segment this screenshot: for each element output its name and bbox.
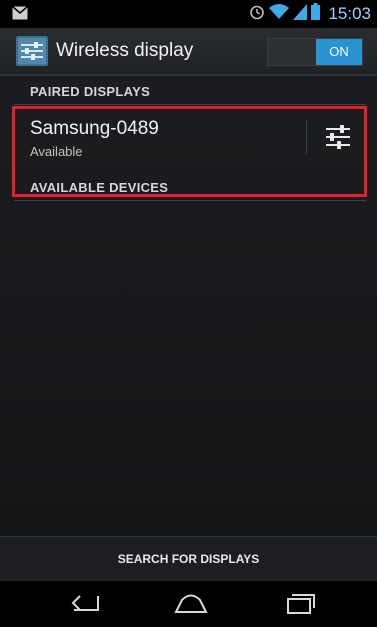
device-status: Available bbox=[30, 144, 83, 159]
section-divider bbox=[14, 200, 366, 201]
back-button[interactable] bbox=[56, 589, 112, 619]
available-devices-header: AVAILABLE DEVICES bbox=[30, 180, 169, 195]
battery-icon bbox=[311, 3, 321, 25]
home-button[interactable] bbox=[162, 589, 218, 619]
paired-displays-header: PAIRED DISPLAYS bbox=[30, 84, 151, 99]
alarm-icon bbox=[249, 4, 265, 25]
signal-icon bbox=[293, 3, 308, 25]
page-title: Wireless display bbox=[56, 40, 194, 61]
section-divider bbox=[14, 104, 366, 105]
status-time: 15:03 bbox=[328, 4, 371, 23]
bottom-action-bar: SEARCH FOR DISPLAYS bbox=[0, 536, 377, 582]
row-divider bbox=[306, 120, 307, 154]
navigation-bar bbox=[0, 581, 377, 627]
recent-apps-button[interactable] bbox=[272, 589, 328, 619]
wireless-display-settings-icon[interactable] bbox=[16, 36, 48, 66]
action-bar: Wireless display ON bbox=[0, 28, 377, 76]
device-name: Samsung-0489 bbox=[30, 118, 159, 139]
toggle-on-label: ON bbox=[316, 39, 362, 65]
search-for-displays-button[interactable]: SEARCH FOR DISPLAYS bbox=[0, 537, 377, 582]
paired-device-row[interactable]: Samsung-0489 Available bbox=[14, 108, 366, 166]
status-bar: 15:03 bbox=[0, 0, 377, 28]
device-settings-button[interactable] bbox=[310, 112, 366, 162]
wifi-icon bbox=[269, 3, 290, 25]
wireless-display-toggle[interactable]: ON bbox=[267, 38, 363, 66]
notification-icon bbox=[12, 5, 28, 25]
